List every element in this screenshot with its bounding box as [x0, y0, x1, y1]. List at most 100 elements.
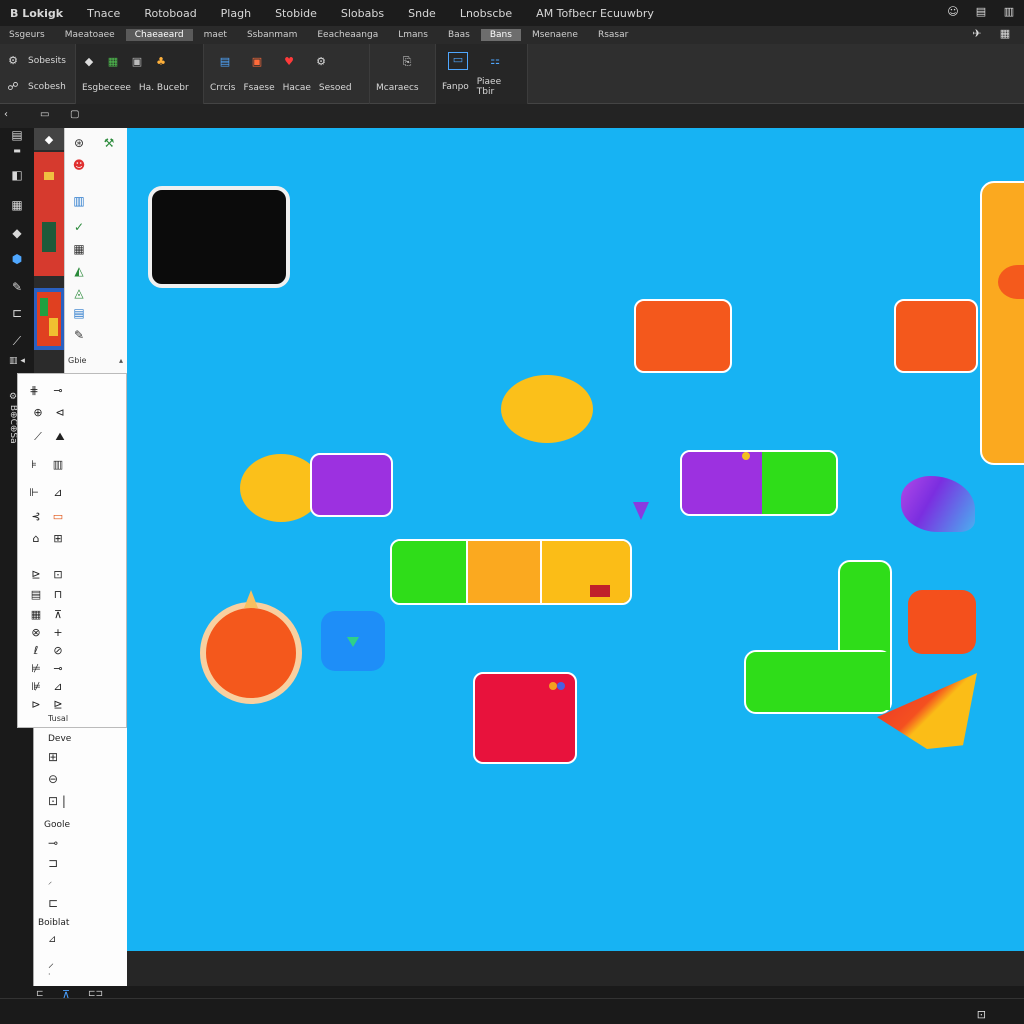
mountain-icon[interactable]: ◭ — [69, 264, 89, 282]
tool-icon-9[interactable]: ⊩ — [26, 486, 42, 500]
yellow-ellipse[interactable] — [501, 375, 593, 443]
shield-icon[interactable]: ⬢ — [9, 252, 25, 268]
status-right-icon[interactable]: ⊡ — [977, 1008, 986, 1021]
tool-icon-24[interactable]: ⊭ — [28, 662, 44, 676]
brush-icon[interactable]: ✎ — [9, 280, 25, 296]
tool-icon-13[interactable]: ⌂ — [28, 532, 44, 546]
settings-icon[interactable]: ⚙ — [314, 55, 328, 69]
menu-item-6[interactable]: Slobabs — [329, 7, 396, 20]
ribbon-label-objects[interactable]: Sobesits — [28, 56, 66, 66]
ribbon-label-fanpo[interactable]: Fanpo — [442, 82, 469, 92]
tool-icon-25[interactable]: ⊸ — [50, 662, 66, 676]
cube-icon[interactable]: ◆ — [82, 55, 96, 69]
ribbon-label-sesoed[interactable]: Sesoed — [319, 83, 352, 93]
grid-icon[interactable]: ⊞ — [48, 750, 58, 764]
camera-icon[interactable]: ⊡ | — [48, 794, 66, 808]
tool-icon-19[interactable]: ▦ — [28, 608, 44, 622]
check-icon[interactable]: ✓ — [69, 220, 89, 238]
bracket-icon[interactable]: ⊏ — [48, 896, 58, 910]
tool-icon-1[interactable]: ⋕ — [26, 384, 42, 398]
tomato-shape[interactable] — [200, 590, 302, 704]
tool-icon-6[interactable]: ⛰ — [52, 430, 68, 444]
red-block[interactable] — [473, 672, 577, 764]
layer-icon[interactable]: ◧ — [9, 168, 25, 184]
fork-icon[interactable]: ⊐ — [48, 856, 58, 870]
tool-icon-28[interactable]: ⊳ — [28, 698, 44, 712]
grid-icon[interactable]: ▤ — [9, 128, 25, 144]
ribbon-label-fsaese[interactable]: Fsaese — [243, 83, 274, 93]
ribbon-label-sketch[interactable]: Scobesh — [28, 82, 66, 92]
thumb-header[interactable]: ◆ — [34, 128, 64, 150]
tab-5[interactable]: Ssbanmam — [238, 29, 306, 41]
layout-icon[interactable]: ▥ — [1002, 5, 1016, 19]
tab-4[interactable]: maet — [195, 29, 236, 41]
lasso-icon[interactable]: ⊛ — [69, 136, 89, 154]
tool-icon-2[interactable]: ⊸ — [50, 384, 66, 398]
slash-icon[interactable]: ⸝ — [48, 954, 54, 971]
tool-icon-20[interactable]: ⊼ — [50, 608, 66, 622]
green-l-shape[interactable] — [744, 560, 894, 714]
share-icon[interactable]: ✈ — [970, 27, 984, 41]
thumbnail-blue-page[interactable] — [34, 288, 64, 350]
tool-icon-23[interactable]: ⊘ — [50, 644, 66, 658]
blue-block[interactable] — [321, 611, 385, 671]
landscape-icon[interactable]: ◬ — [69, 286, 89, 304]
pen-icon[interactable]: ⟋ — [9, 334, 25, 350]
tab-2[interactable]: Maeatoaee — [56, 29, 124, 41]
tab-10[interactable]: Msenaene — [523, 29, 587, 41]
tall-amber-panel[interactable] — [980, 181, 1024, 465]
panel-icon[interactable]: ▦ — [998, 27, 1012, 41]
tool-icon-14[interactable]: ⊞ — [50, 532, 66, 546]
menu-icon[interactable]: ▬ — [9, 146, 25, 162]
window-icon[interactable]: ▢ — [70, 109, 79, 120]
tool-icon-16[interactable]: ⊡ — [50, 568, 66, 582]
tool-icon-17[interactable]: ▤ — [28, 588, 44, 602]
menu-item-3[interactable]: Rotoboad — [132, 7, 208, 20]
tool-icon-29[interactable]: ⊵ — [50, 698, 66, 712]
cube-icon[interactable]: ◆ — [9, 226, 25, 242]
menu-item-2[interactable]: Tnace — [75, 7, 132, 20]
network-icon[interactable]: ⚏ — [488, 54, 502, 68]
tool-icon-15[interactable]: ⊵ — [28, 568, 44, 582]
chart-icon[interactable]: ▤ — [218, 55, 232, 69]
people-icon[interactable]: ♣ — [154, 55, 168, 69]
tab-6[interactable]: Eeacheaanga — [308, 29, 387, 41]
ribbon-label-crrcis[interactable]: Crrcis — [210, 83, 235, 93]
tab-3[interactable]: Chaeaeard — [125, 29, 193, 41]
plus-icon[interactable]: + — [50, 626, 66, 640]
ribbon-label-piaee[interactable]: Piaee Tbir — [477, 77, 521, 97]
notification-icon[interactable]: ▤ — [974, 5, 988, 19]
tool-icon-12[interactable]: ▭ — [50, 510, 66, 524]
purple-gem[interactable] — [901, 476, 975, 532]
purple-block[interactable] — [310, 453, 393, 517]
thumbnail-red-page[interactable] — [34, 152, 64, 276]
ribbon-label-hacae[interactable]: Hacae — [283, 83, 311, 93]
orange-block[interactable] — [634, 299, 732, 373]
back-icon[interactable]: ‹ — [4, 109, 8, 120]
triangle-marker[interactable] — [633, 502, 649, 520]
menu-item-5[interactable]: Stobide — [263, 7, 329, 20]
tool-icon-18[interactable]: ⊓ — [50, 588, 66, 602]
heart-icon[interactable]: ♥ — [282, 55, 296, 69]
dot-icon[interactable]: ⸝ — [48, 876, 52, 887]
globe-icon[interactable]: ⊖ — [48, 772, 58, 786]
chevron-up-icon[interactable]: ▴ — [119, 356, 123, 365]
color-row-block[interactable] — [390, 539, 632, 605]
text-icon[interactable]: ▦ — [9, 198, 25, 214]
tab-8[interactable]: Baas — [439, 29, 479, 41]
menu-item-7[interactable]: Snde — [396, 7, 448, 20]
menu-item-app[interactable]: B Lokigk — [0, 7, 75, 20]
ribbon-label-border[interactable]: Ha. Bucebr — [139, 83, 189, 93]
menu-item-9[interactable]: AM Tofbecr Ecuuwbry — [524, 7, 666, 20]
status-active-icon[interactable]: ⊼ — [62, 988, 70, 1001]
canvas[interactable] — [127, 128, 1024, 951]
tool-icon-7[interactable]: ⊧ — [26, 458, 42, 472]
tab-9[interactable]: Bans — [480, 29, 521, 41]
bracket-icon[interactable]: ⊏ — [9, 306, 25, 322]
tool-icon-27[interactable]: ⊿ — [50, 680, 66, 694]
chart-icon[interactable]: ▥ — [69, 194, 89, 212]
character-icon[interactable]: ☻ — [69, 158, 89, 176]
tool-icon-26[interactable]: ⊯ — [28, 680, 44, 694]
small-dot-icon[interactable]: · — [48, 970, 51, 979]
arrow-icon[interactable]: ⊸ — [48, 836, 58, 850]
